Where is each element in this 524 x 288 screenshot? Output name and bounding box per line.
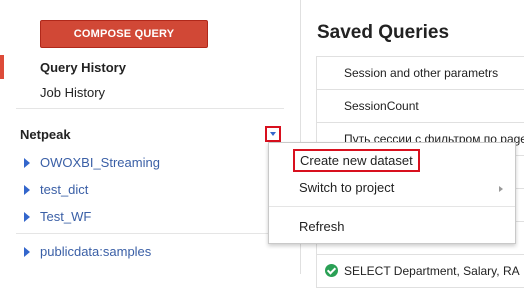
compose-query-button[interactable]: COMPOSE QUERY bbox=[40, 20, 208, 48]
dataset-label: test_dict bbox=[40, 182, 89, 197]
switch-to-project-menu-item[interactable]: Switch to project bbox=[299, 180, 394, 195]
saved-query-row[interactable]: SessionCount bbox=[316, 90, 524, 123]
nav-job-history[interactable]: Job History bbox=[40, 85, 105, 100]
public-dataset-label: publicdata:samples bbox=[40, 244, 152, 259]
dataset-label: Test_WF bbox=[40, 209, 92, 224]
chevron-down-icon bbox=[270, 132, 276, 136]
refresh-menu-item[interactable]: Refresh bbox=[299, 219, 345, 234]
query-name: Session and other parametrs bbox=[344, 66, 499, 80]
saved-query-row[interactable]: SELECT Department, Salary, RA bbox=[316, 255, 524, 288]
expand-arrow-icon[interactable] bbox=[24, 211, 30, 222]
project-menu-button[interactable] bbox=[265, 126, 281, 142]
expand-arrow-icon[interactable] bbox=[24, 157, 30, 168]
query-name: SessionCount bbox=[344, 99, 419, 113]
dataset-item[interactable]: test_dict bbox=[24, 181, 88, 199]
project-context-menu: Create new dataset Switch to project Ref… bbox=[268, 142, 516, 244]
menu-divider bbox=[269, 206, 515, 207]
sidebar: COMPOSE QUERY Query History Job History … bbox=[0, 0, 300, 274]
project-name: Netpeak bbox=[20, 127, 71, 142]
dataset-label: OWOXBI_Streaming bbox=[40, 155, 160, 170]
nav-query-history[interactable]: Query History bbox=[40, 60, 126, 75]
saved-query-row[interactable]: Session and other parametrs bbox=[316, 57, 524, 90]
sidebar-divider bbox=[16, 108, 284, 109]
active-nav-indicator bbox=[0, 55, 4, 79]
sidebar-divider bbox=[16, 233, 284, 234]
dataset-item[interactable]: Test_WF bbox=[24, 208, 91, 226]
expand-arrow-icon[interactable] bbox=[24, 246, 30, 257]
dataset-item[interactable]: OWOXBI_Streaming bbox=[24, 154, 160, 172]
success-check-icon bbox=[325, 264, 338, 277]
expand-arrow-icon[interactable] bbox=[24, 184, 30, 195]
page-title: Saved Queries bbox=[317, 22, 450, 43]
submenu-arrow-icon bbox=[499, 186, 503, 192]
create-new-dataset-menu-item[interactable]: Create new dataset bbox=[293, 149, 420, 172]
query-name: SELECT Department, Salary, RA bbox=[344, 264, 520, 278]
public-dataset-item[interactable]: publicdata:samples bbox=[24, 243, 151, 261]
